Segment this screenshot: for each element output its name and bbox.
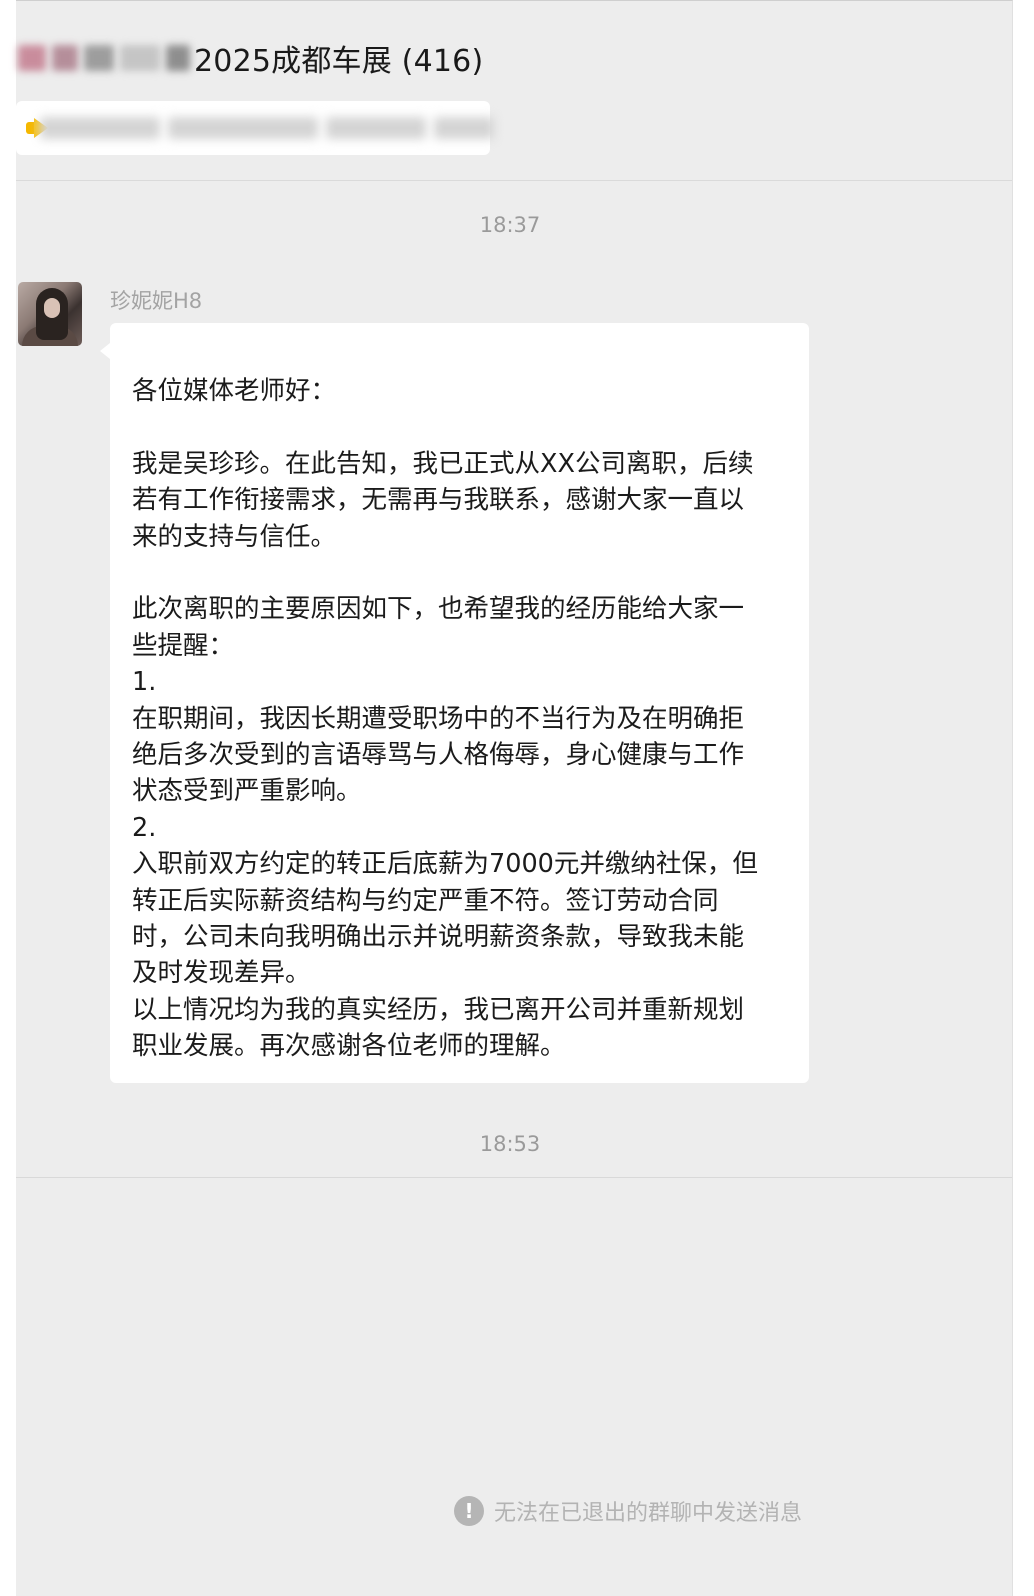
group-notice[interactable] <box>16 101 494 155</box>
message-line: 在职期间，我因长期遭受职场中的不当行为及在明确拒 <box>132 703 745 734</box>
message-line: 转正后实际薪资结构与约定严重不符。签订劳动合同 <box>132 885 719 916</box>
message-timestamp: 18:37 <box>479 213 541 237</box>
exclamation-icon: ! <box>454 1496 484 1526</box>
status-text: 无法在已退出的群聊中发送消息 <box>494 1501 803 1526</box>
message-line: 及时发现差异。 <box>132 958 311 989</box>
message-line: 些提醒： <box>132 630 235 661</box>
title-row: 2025成都车展 (416) <box>16 33 483 83</box>
message-line: 我是吴珍珍。在此告知，我已正式从XX公司离职，后续 <box>132 448 754 479</box>
message-line: 职业发展。再次感谢各位老师的理解。 <box>132 1031 566 1062</box>
message-text: 各位媒体老师好： 我是吴珍珍。在此告知，我已正式从XX公司离职，后续 若有工作衔… <box>132 373 789 1065</box>
status-bar: ! 无法在已退出的群聊中发送消息 <box>454 1495 802 1527</box>
divider <box>16 1177 1012 1178</box>
chat-title[interactable]: 2025成都车展 (416) <box>194 36 483 80</box>
sender-avatar[interactable] <box>18 282 82 346</box>
message-line: 此次离职的主要原因如下，也希望我的经历能给大家一 <box>132 594 745 625</box>
message-line: 2. <box>132 812 157 843</box>
message-bubble[interactable]: 各位媒体老师好： 我是吴珍珍。在此告知，我已正式从XX公司离职，后续 若有工作衔… <box>100 323 809 1083</box>
redacted-notice-text <box>40 117 494 139</box>
message-line: 绝后多次受到的言语辱骂与人格侮辱，身心健康与工作 <box>132 740 745 771</box>
sender-name: 珍妮妮H8 <box>110 289 203 313</box>
message-line: 来的支持与信任。 <box>132 521 337 552</box>
message-line: 时，公司未向我明确出示并说明薪资条款，导致我未能 <box>132 922 745 953</box>
message-timestamp-2: 18:53 <box>479 1132 541 1156</box>
chat-window: 2025成都车展 (416) 18:37 珍妮妮H8 各位媒体老师好： 我是吴珍… <box>16 0 1013 1596</box>
message-line: 入职前双方约定的转正后底薪为7000元并缴纳社保，但 <box>132 849 758 880</box>
redacted-group-name <box>18 45 190 71</box>
message-line: 以上情况均为我的真实经历，我已离开公司并重新规划 <box>132 994 745 1025</box>
message-line: 状态受到严重影响。 <box>132 776 362 807</box>
message-line: 1. <box>132 667 157 698</box>
chat-header: 2025成都车展 (416) <box>16 1 1012 181</box>
message-line: 各位媒体老师好： <box>132 376 337 406</box>
message-line: 若有工作衔接需求，无需再与我联系，感谢大家一直以 <box>132 485 745 516</box>
